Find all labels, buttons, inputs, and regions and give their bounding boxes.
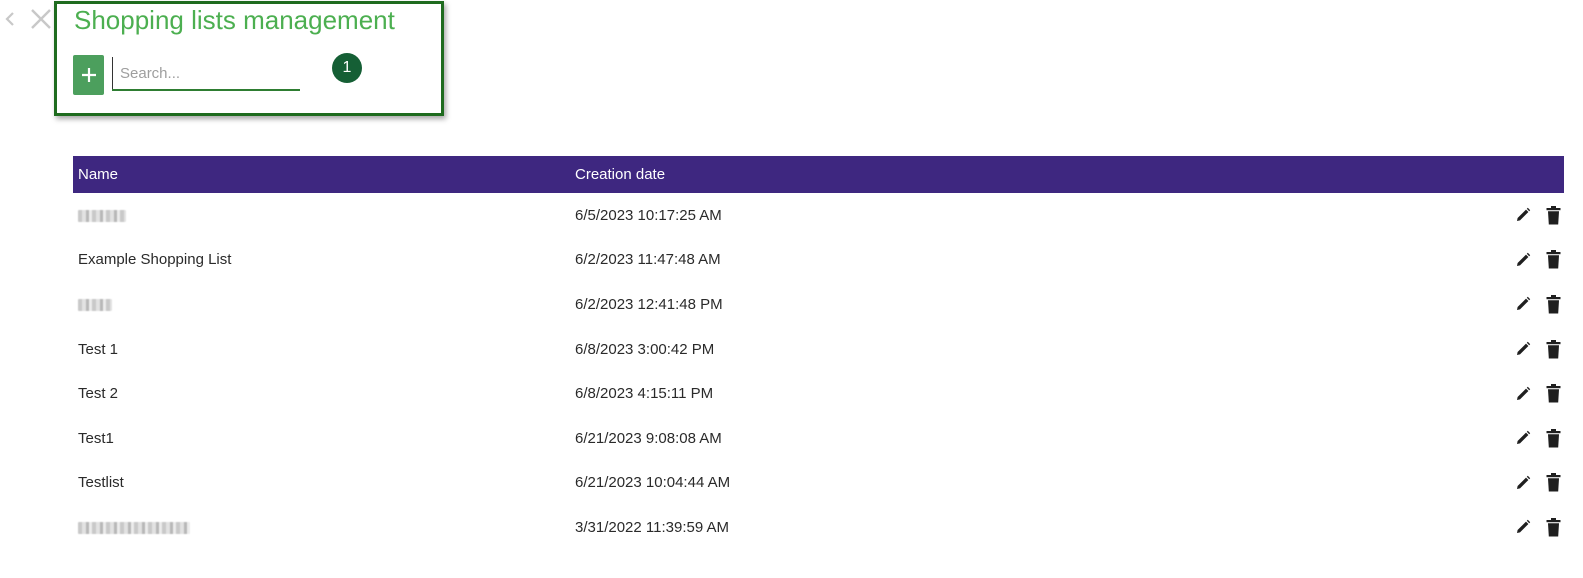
pencil-icon (1517, 520, 1531, 534)
edit-button[interactable] (1514, 293, 1532, 315)
trash-icon (1546, 517, 1560, 537)
row-creation-date: 6/2/2023 12:41:48 PM (575, 295, 723, 313)
row-name: Example Shopping List (78, 251, 232, 269)
table-row[interactable]: 3/31/2022 11:39:59 AM (73, 505, 1564, 550)
row-creation-date: 6/8/2023 4:15:11 PM (575, 385, 714, 403)
search-input[interactable] (112, 57, 300, 89)
trash-icon (1546, 250, 1560, 269)
edit-button[interactable] (1514, 204, 1532, 226)
table-row[interactable]: Test 2 6/8/2023 4:15:11 PM (73, 371, 1564, 416)
row-creation-date: 6/21/2023 9:08:08 AM (575, 429, 722, 447)
pencil-icon (1517, 475, 1531, 489)
table-body: 6/5/2023 10:17:25 AM Example Shopping Lis… (73, 193, 1564, 550)
row-creation-date: 3/31/2022 11:39:59 AM (575, 518, 730, 536)
trash-icon (1546, 339, 1560, 359)
pencil-icon (1517, 208, 1531, 222)
row-actions (1514, 327, 1562, 372)
row-name (73, 296, 575, 313)
row-creation-date: 6/2/2023 11:47:48 AM (575, 251, 721, 269)
obscured-name (78, 521, 190, 534)
pencil-icon (1517, 431, 1531, 445)
row-actions (1514, 505, 1562, 550)
row-name: Testlist (78, 474, 124, 492)
table-row[interactable]: 6/5/2023 10:17:25 AM (73, 193, 1564, 238)
row-creation-date: 6/21/2023 10:04:44 AM (575, 474, 731, 492)
row-name: Test 2 (78, 385, 119, 403)
trash-icon (1546, 384, 1560, 403)
row-actions (1514, 461, 1562, 506)
delete-button[interactable] (1544, 204, 1562, 226)
obscured-name (78, 299, 112, 312)
row-name: Test1 (78, 429, 114, 447)
back-button[interactable] (2, 7, 18, 31)
shopping-lists-table: Name Creation date 6/5/2023 10:17:25 AM E… (73, 156, 1564, 550)
table-row[interactable]: Testlist 6/21/2023 10:04:44 AM (73, 461, 1564, 506)
row-actions (1514, 238, 1562, 283)
step-badge: 1 (332, 53, 362, 83)
trash-icon (1546, 473, 1560, 492)
page-title: Shopping lists management (74, 5, 395, 35)
edit-button[interactable] (1514, 472, 1532, 494)
delete-button[interactable] (1544, 516, 1562, 538)
trash-icon (1546, 205, 1560, 225)
edit-button[interactable] (1514, 338, 1532, 360)
delete-button[interactable] (1544, 293, 1562, 315)
obscured-name (78, 209, 126, 222)
trash-icon (1546, 294, 1560, 314)
row-name: Test 1 (78, 340, 119, 358)
delete-button[interactable] (1544, 249, 1562, 271)
close-button[interactable] (28, 5, 54, 33)
trash-icon (1546, 428, 1560, 448)
row-name (73, 519, 575, 536)
add-list-button[interactable] (73, 55, 104, 95)
delete-button[interactable] (1544, 427, 1562, 449)
edit-button[interactable] (1514, 383, 1532, 405)
pencil-icon (1517, 297, 1531, 311)
chevron-left-icon (5, 12, 14, 26)
row-actions (1514, 282, 1562, 327)
table-header: Name Creation date (73, 156, 1564, 193)
column-header-name[interactable]: Name (73, 166, 575, 183)
edit-button[interactable] (1514, 427, 1532, 449)
close-icon (31, 9, 51, 29)
row-creation-date: 6/8/2023 3:00:42 PM (575, 340, 715, 358)
pencil-icon (1517, 386, 1531, 400)
column-header-creation-date[interactable]: Creation date (575, 166, 1564, 183)
edit-button[interactable] (1514, 516, 1532, 538)
table-row[interactable]: Test 1 6/8/2023 3:00:42 PM (73, 327, 1564, 372)
search-field (112, 57, 300, 91)
table-row[interactable]: Example Shopping List 6/2/2023 11:47:48 A… (73, 238, 1564, 283)
edit-button[interactable] (1514, 249, 1532, 271)
table-row[interactable]: 6/2/2023 12:41:48 PM (73, 282, 1564, 327)
delete-button[interactable] (1544, 472, 1562, 494)
table-row[interactable]: Test1 6/21/2023 9:08:08 AM (73, 416, 1564, 461)
plus-icon (81, 68, 96, 82)
row-actions (1514, 416, 1562, 461)
delete-button[interactable] (1544, 338, 1562, 360)
row-actions (1514, 371, 1562, 416)
pencil-icon (1517, 341, 1531, 356)
pencil-icon (1517, 252, 1531, 266)
delete-button[interactable] (1544, 383, 1562, 405)
row-actions (1514, 193, 1562, 238)
row-creation-date: 6/5/2023 10:17:25 AM (575, 206, 722, 224)
row-name (73, 207, 575, 224)
